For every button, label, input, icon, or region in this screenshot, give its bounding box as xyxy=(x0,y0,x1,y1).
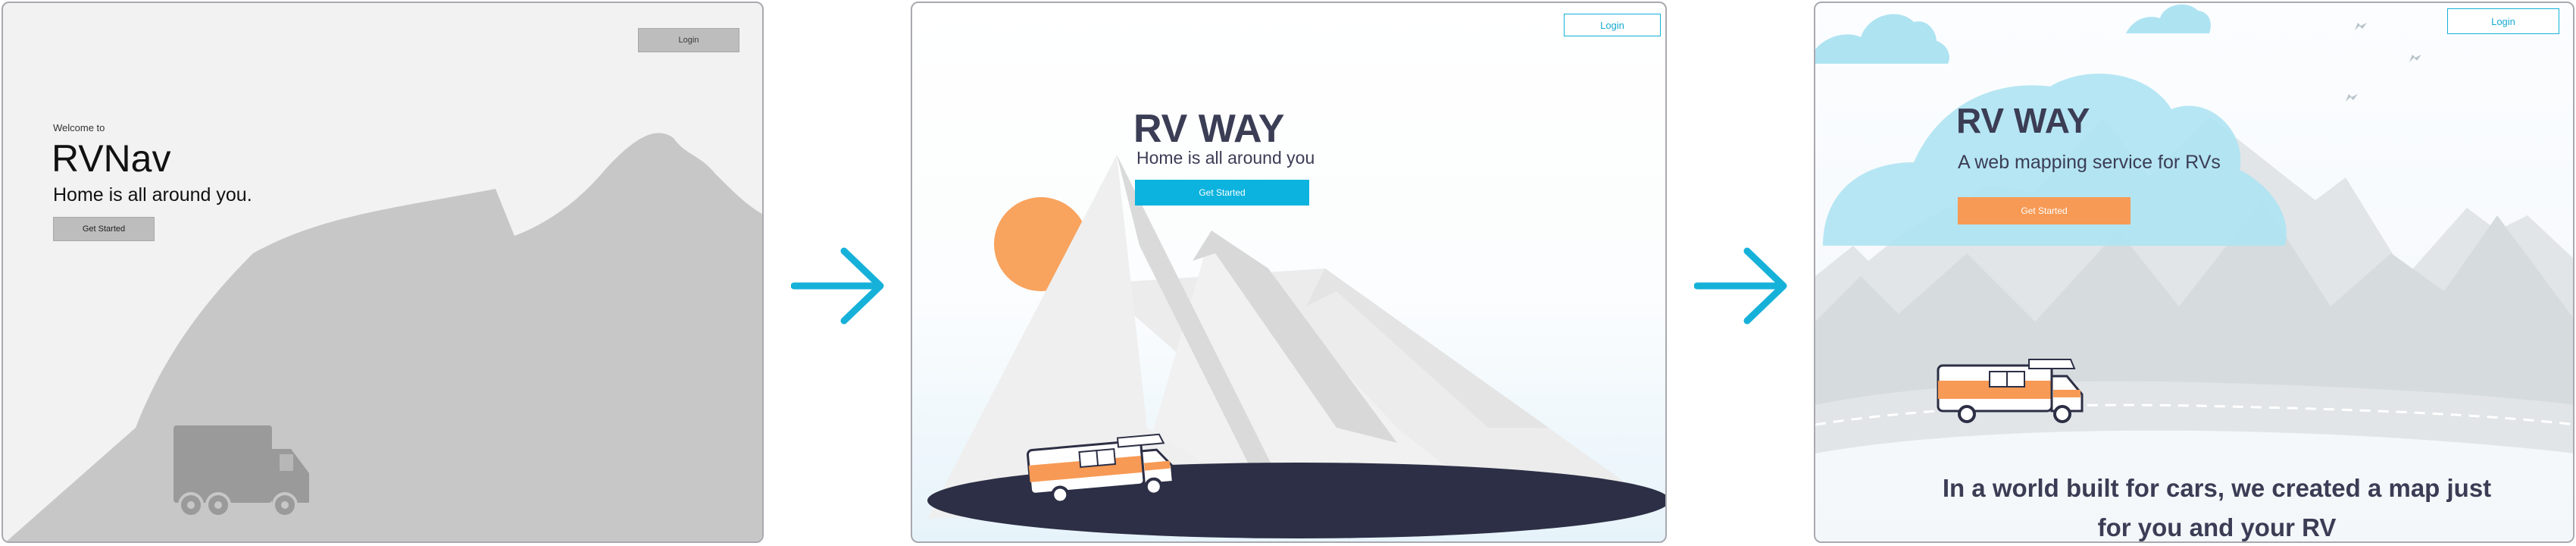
get-started-button[interactable]: Get Started xyxy=(1135,180,1309,206)
tagline: Home is all around you. xyxy=(53,184,252,206)
page-title: RV WAY xyxy=(1956,101,2090,140)
rv-icon xyxy=(1027,433,1174,504)
login-button[interactable]: Login xyxy=(1564,14,1661,36)
rv-icon xyxy=(1937,359,2084,423)
get-started-button[interactable]: Get Started xyxy=(1958,197,2131,224)
mockup-v2-frame: Login RV WAY Home is all around you Get … xyxy=(911,2,1667,543)
mockup-v3-frame: Login RV WAY A web mapping service for R… xyxy=(1814,2,2574,543)
wireframe-frame: Login Welcome to RVNav Home is all aroun… xyxy=(2,2,764,543)
get-started-button[interactable]: Get Started xyxy=(53,217,155,241)
section-headline: In a world built for cars, we created a … xyxy=(1942,474,2492,541)
truck-icon xyxy=(174,425,309,518)
tagline: A web mapping service for RVs xyxy=(1958,152,2221,173)
page-title: RVNav xyxy=(52,137,171,180)
welcome-text: Welcome to xyxy=(53,122,105,133)
arrow-right-icon xyxy=(791,247,884,325)
login-button[interactable]: Login xyxy=(2447,8,2559,34)
page-title: RV WAY xyxy=(1133,107,1285,151)
tagline: Home is all around you xyxy=(1136,148,1315,168)
login-button[interactable]: Login xyxy=(638,28,739,52)
arrow-right-icon xyxy=(1694,247,1787,325)
